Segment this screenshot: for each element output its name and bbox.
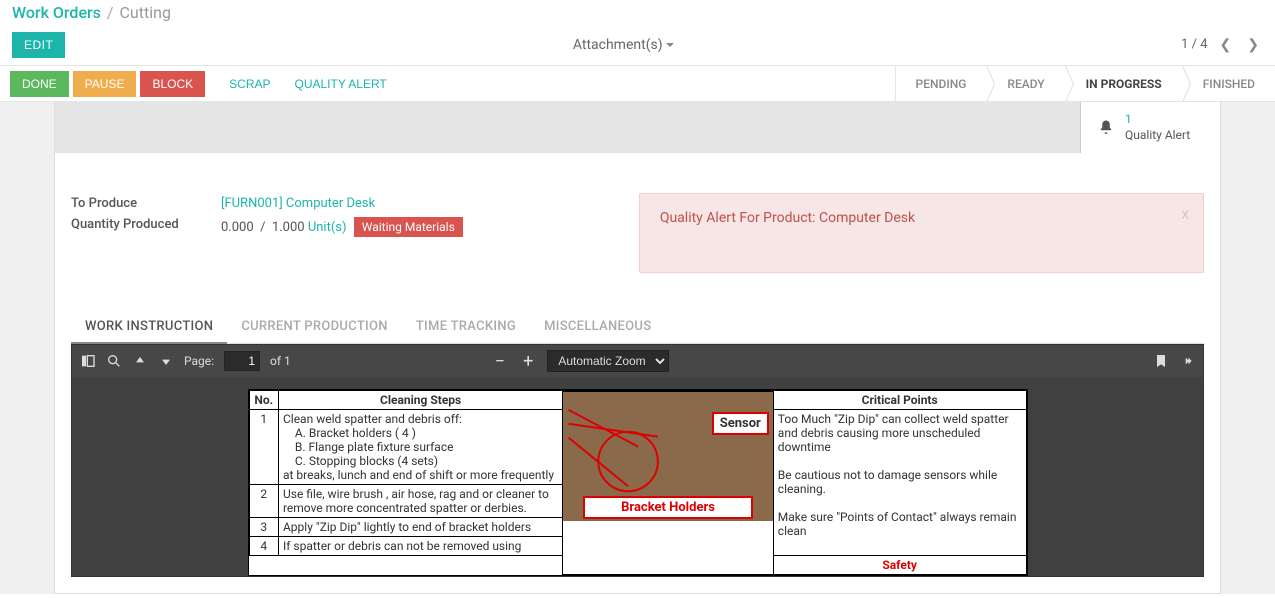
pdf-page-input[interactable] [224,351,260,371]
close-icon[interactable]: x [1181,204,1189,223]
breadcrumb: Work Orders / Cutting [0,0,1275,24]
quality-alert-button[interactable]: QUALITY ALERT [283,71,399,97]
pdf-row4-steps: If spatter or debris can not be removed … [278,537,562,556]
block-button[interactable]: BLOCK [140,71,205,97]
quantity-produced-label: Quantity Produced [71,217,221,237]
quantity-produced-value: 0.000 / 1.000 Unit(s) Waiting Materials [221,217,615,237]
waiting-materials-badge: Waiting Materials [354,217,463,237]
pdf-row2-no: 2 [249,485,278,518]
pdf-bracket-holders-label: Bracket Holders [583,496,753,519]
pdf-page: No. Cleaning Steps [248,389,1028,576]
page-down-icon[interactable] [158,353,174,369]
pdf-row3-no: 3 [249,518,278,537]
form-sheet: 1 Quality Alert To Produce [FURN001] Com… [54,102,1221,594]
breadcrumb-current: Cutting [120,3,171,22]
pdf-page-label: Page: [184,354,214,368]
edit-button[interactable]: EDIT [12,32,65,58]
zoom-out-icon[interactable]: − [491,351,509,372]
tab-current-production[interactable]: CURRENT PRODUCTION [227,309,402,343]
pdf-safety-label: Safety [773,556,1026,575]
status-bar: DONE PAUSE BLOCK SCRAP QUALITY ALERT PEN… [0,66,1275,102]
attachments-dropdown[interactable]: Attachment(s) [573,37,674,53]
stage-finished[interactable]: FINISHED [1182,66,1275,101]
pager-position: 1 / 4 [1181,37,1207,52]
pdf-col-steps: Cleaning Steps [278,391,562,410]
control-bar: EDIT Attachment(s) 1 / 4 ❮ ❯ [0,24,1275,66]
attachments-label: Attachment(s) [573,37,663,53]
pdf-machine-image: Sensor Bracket Holders [563,391,773,521]
to-produce-link[interactable]: [FURN001] Computer Desk [221,196,375,211]
breadcrumb-root[interactable]: Work Orders [12,3,101,22]
pdf-sensor-label: Sensor [712,412,769,435]
quality-alert-text: Quality Alert For Product: Computer Desk [660,210,915,226]
pdf-toolbar: Page: of 1 − + Automatic Zoom [72,345,1203,377]
tab-miscellaneous[interactable]: MISCELLANEOUS [530,309,665,343]
pager: 1 / 4 ❮ ❯ [1181,35,1263,55]
pdf-row1-steps: Clean weld spatter and debris off: A. Br… [278,410,562,485]
scrap-button[interactable]: SCRAP [217,71,282,97]
pdf-row2-steps: Use file, wire brush , air hose, rag and… [278,485,562,518]
quality-alert-panel: Quality Alert For Product: Computer Desk… [639,193,1204,273]
quality-alert-stat-label: Quality Alert [1125,128,1190,142]
pager-prev-button[interactable]: ❮ [1216,35,1236,55]
stage-pending[interactable]: PENDING [895,66,987,101]
notebook-tabs: WORK INSTRUCTION CURRENT PRODUCTION TIME… [71,309,1204,344]
pause-button[interactable]: PAUSE [73,71,137,97]
pdf-col-no: No. [249,391,278,410]
pager-next-button[interactable]: ❯ [1243,35,1263,55]
pdf-row4-no: 4 [249,537,278,556]
pdf-critical-points: Too Much "Zip Dip" can collect weld spat… [773,410,1026,556]
stage-in-progress[interactable]: IN PROGRESS [1065,66,1182,101]
stage-indicator: PENDING READY IN PROGRESS FINISHED [895,66,1275,101]
zoom-select[interactable]: Automatic Zoom [547,350,669,372]
unit-link[interactable]: Unit(s) [308,220,347,235]
stage-ready[interactable]: READY [986,66,1064,101]
bell-icon [1097,119,1115,137]
breadcrumb-sep: / [101,3,120,22]
page-up-icon[interactable] [132,353,148,369]
quality-alert-count: 1 [1125,112,1190,128]
tools-icon[interactable] [1179,353,1195,369]
sidebar-toggle-icon[interactable] [80,353,96,369]
bookmark-icon[interactable] [1153,353,1169,369]
pdf-viewer: Page: of 1 − + Automatic Zoom No. [71,344,1204,577]
pdf-col-critical: Critical Points [773,391,1026,410]
chevron-down-icon [666,43,674,47]
tab-time-tracking[interactable]: TIME TRACKING [402,309,530,343]
zoom-in-icon[interactable]: + [519,351,537,372]
pdf-page-of: of 1 [270,354,291,368]
pdf-row1-no: 1 [249,410,278,485]
tab-work-instruction[interactable]: WORK INSTRUCTION [71,309,227,344]
search-icon[interactable] [106,353,122,369]
pdf-row3-steps: Apply "Zip Dip" lightly to end of bracke… [278,518,562,537]
done-button[interactable]: DONE [10,71,69,97]
quality-alert-stat-button[interactable]: 1 Quality Alert [1080,102,1220,153]
to-produce-label: To Produce [71,196,221,211]
